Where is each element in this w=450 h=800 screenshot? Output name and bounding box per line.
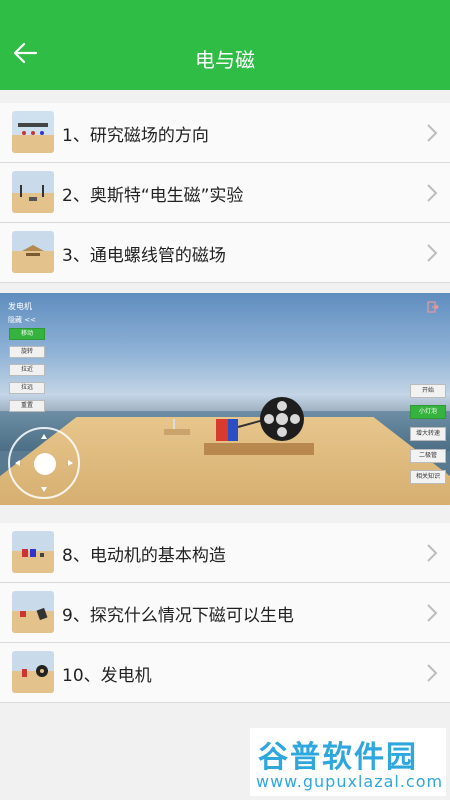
move-button[interactable]: 移动	[9, 328, 45, 340]
exit-icon[interactable]	[427, 301, 439, 313]
app-header: 电与磁	[0, 0, 450, 90]
zoom-out-button[interactable]: 拉远	[9, 382, 45, 394]
lesson-thumbnail	[12, 231, 54, 273]
hide-panel-toggle[interactable]: 隐藏 <<	[8, 315, 36, 325]
page-title: 电与磁	[195, 48, 255, 72]
list-item-label: 1、研究磁场的方向	[62, 126, 209, 146]
joystick-arrows-icon	[15, 434, 73, 492]
lesson-thumbnail	[12, 171, 54, 213]
chevron-right-icon	[427, 184, 438, 202]
chevron-right-icon	[427, 544, 438, 562]
diode-button[interactable]: 二极管	[410, 449, 446, 463]
zoom-in-button[interactable]: 拉近	[9, 364, 45, 376]
start-button[interactable]: 开始	[410, 384, 446, 398]
list-item[interactable]: 2、奥斯特“电生磁”实验	[0, 163, 450, 223]
list-item-label: 2、奥斯特“电生磁”实验	[62, 186, 244, 206]
watermark-title: 谷普软件园	[258, 740, 418, 775]
joystick[interactable]	[8, 427, 80, 499]
list-item[interactable]: 1、研究磁场的方向	[0, 103, 450, 163]
lesson-thumbnail	[12, 651, 54, 693]
chevron-right-icon	[427, 604, 438, 622]
generator-model	[164, 397, 314, 455]
list-item[interactable]: 9、探究什么情况下磁可以生电	[0, 583, 450, 643]
watermark-url: www.gupuxlazal.com	[256, 772, 444, 791]
list-item-label: 9、探究什么情况下磁可以生电	[62, 606, 294, 626]
list-item-label: 3、通电螺线管的磁场	[62, 246, 226, 266]
simulation-title: 发电机	[8, 302, 32, 311]
increase-speed-button[interactable]: 增大转速	[410, 427, 446, 441]
lesson-thumbnail	[12, 111, 54, 153]
list-item[interactable]: 8、电动机的基本构造	[0, 523, 450, 583]
list-item-label: 8、电动机的基本构造	[62, 546, 226, 566]
chevron-right-icon	[427, 664, 438, 682]
simulation-preview[interactable]: 发电机 隐藏 << 移动 旋转 拉近 拉远 重置 开始 小灯泡 增大转速 二极管…	[0, 293, 450, 505]
list-item[interactable]: 3、通电螺线管的磁场	[0, 223, 450, 283]
lesson-thumbnail	[12, 591, 54, 633]
list-item-label: 10、发电机	[62, 666, 152, 686]
related-knowledge-button[interactable]: 相关知识	[410, 470, 446, 484]
chevron-right-icon	[427, 244, 438, 262]
watermark-logo: 谷普软件园 www.gupuxlazal.com	[250, 728, 446, 796]
list-item[interactable]: 10、发电机	[0, 643, 450, 703]
chevron-right-icon	[427, 124, 438, 142]
bulb-button[interactable]: 小灯泡	[410, 405, 446, 419]
reset-button[interactable]: 重置	[9, 400, 45, 412]
lesson-thumbnail	[12, 531, 54, 573]
rotate-button[interactable]: 旋转	[9, 346, 45, 358]
